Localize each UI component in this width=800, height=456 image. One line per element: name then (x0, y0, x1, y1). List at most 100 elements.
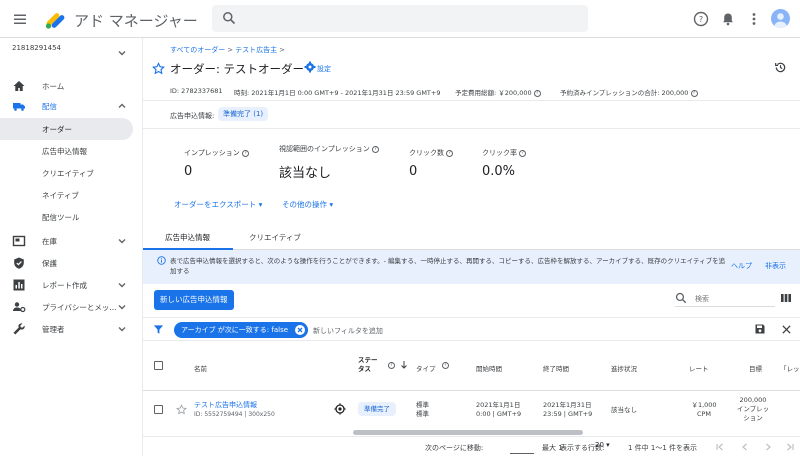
stat-value: 0 (409, 164, 418, 179)
help-icon[interactable]: ? (372, 145, 380, 153)
sidebar-item-label: 配信 (42, 102, 57, 111)
order-id: ID: 2782337681 (170, 87, 223, 95)
report-icon (12, 278, 26, 292)
other-actions-label: その他の操作 (282, 200, 327, 209)
goto-page-input[interactable] (510, 440, 534, 454)
next-page-icon[interactable] (763, 442, 773, 452)
row-star-icon[interactable] (176, 404, 187, 415)
sidebar-item-admin[interactable]: 管理者 (0, 319, 142, 339)
table-search-input[interactable] (695, 293, 773, 305)
stat-clicks: クリック数 ? 0 (409, 148, 454, 179)
sidebar-item-label: 管理者 (42, 325, 65, 334)
order-budget: 予定費用総額: ￥200,000 ? (455, 87, 541, 97)
cell-goal-unit: インプレッ (736, 405, 770, 413)
tab-creatives[interactable]: クリエイティブ (249, 232, 301, 243)
sidebar-subitem-orders[interactable]: オーダー (0, 118, 133, 140)
main-content: すべてのオーダー > テスト広告主 > オーダー: テストオーダー 設定 ID: 27… (142, 38, 800, 456)
search-icon (222, 11, 236, 25)
columns-icon[interactable] (780, 292, 792, 304)
column-header-end[interactable]: 終了時間 (543, 363, 569, 373)
breadcrumb-advertiser[interactable]: テスト広告主 (235, 46, 277, 54)
help-icon[interactable]: ? (690, 89, 698, 97)
more-vert-icon[interactable] (745, 10, 763, 28)
horizontal-scrollbar[interactable] (353, 430, 583, 435)
cell-goal-value: 200,000 (739, 396, 767, 404)
chevron-down-icon (117, 236, 127, 246)
sort-arrow-icon[interactable] (400, 360, 408, 369)
filter-icon[interactable] (153, 324, 164, 335)
column-header-name[interactable]: 名前 (194, 363, 207, 373)
column-header-goal[interactable]: 目標 (749, 363, 762, 373)
table-search[interactable] (675, 291, 775, 307)
sidebar-item-home[interactable]: ホーム (0, 76, 142, 96)
archive-filter-chip[interactable]: アーカイブ が次に一致する: false (174, 322, 309, 338)
ad-manager-logo-icon (42, 7, 66, 31)
stat-label: クリック率 ? (482, 148, 527, 158)
first-page-icon[interactable] (715, 442, 725, 452)
sidebar-item-inventory[interactable]: 在庫 (0, 231, 142, 251)
sidebar-item-privacy[interactable]: プライバシーとメッ... (0, 297, 142, 317)
select-all-checkbox[interactable] (154, 361, 163, 370)
divider (143, 128, 800, 129)
last-page-icon[interactable] (785, 442, 795, 452)
chevron-down-icon (117, 280, 127, 290)
rows-per-page-select[interactable]: 20 ▾ (595, 441, 610, 449)
cell-type-line: 標準 (416, 410, 429, 418)
sidebar-item-label: 保護 (42, 259, 57, 268)
order-reserved-text: 予約済みインプレッションの合計: 200,000 (560, 89, 689, 97)
favorite-star-icon[interactable] (152, 62, 165, 75)
add-filter-link[interactable]: 新しいフィルタを追加 (313, 326, 383, 336)
column-header-type[interactable]: タイプ (416, 363, 436, 373)
chevron-down-icon[interactable] (117, 48, 127, 58)
sidebar-subitem-line-items[interactable]: 広告申込情報 (0, 140, 133, 162)
global-search-input[interactable] (242, 9, 572, 28)
column-header-start[interactable]: 開始時間 (476, 363, 502, 373)
help-icon[interactable]: ? (692, 10, 710, 28)
sidebar-subitem-native[interactable]: ネイティブ (0, 184, 133, 206)
other-actions-button[interactable]: その他の操作 ▾ (282, 199, 333, 210)
help-icon[interactable]: ? (442, 361, 449, 369)
network-id[interactable]: 21818291454 (12, 44, 61, 52)
sidebar-item-protection[interactable]: 保護 (0, 253, 142, 273)
notifications-bell-icon[interactable] (719, 10, 737, 28)
chevron-down-icon (117, 302, 127, 312)
close-icon[interactable] (781, 324, 792, 335)
new-line-item-button[interactable]: 新しい広告申込情報 (154, 290, 234, 310)
export-order-label: オーダーをエクスポート (174, 200, 257, 209)
sidebar-subitem-creatives[interactable]: クリエイティブ (0, 162, 133, 184)
column-header-progress[interactable]: 進捗状況 (611, 363, 637, 373)
history-icon[interactable] (774, 61, 787, 74)
tab-line-items[interactable]: 広告申込情報 (165, 232, 210, 243)
column-header-rate[interactable]: レート (689, 363, 709, 373)
prev-page-icon[interactable] (740, 442, 750, 452)
sidebar-item-reports[interactable]: レポート作成 (0, 275, 142, 295)
account-avatar[interactable] (771, 9, 790, 28)
help-icon[interactable]: ? (446, 149, 454, 157)
column-header-extra[interactable]: 「レッ (780, 363, 800, 373)
save-icon[interactable] (754, 323, 766, 335)
help-icon[interactable]: ? (533, 89, 541, 97)
export-order-button[interactable]: オーダーをエクスポート ▾ (174, 199, 262, 210)
column-header-status[interactable]: ステータス (358, 356, 378, 374)
row-checkbox[interactable] (154, 405, 163, 414)
cell-start-time: 0:00 | GMT+9 (476, 410, 522, 418)
settings-label: 設定 (317, 65, 331, 73)
status-badge: 準備完了 (358, 402, 396, 416)
remove-filter-icon[interactable] (295, 325, 306, 335)
help-icon[interactable]: ? (519, 149, 527, 157)
cell-rate-amount: ￥1,000 (691, 401, 717, 409)
line-item-status-chip[interactable]: 準備完了 (1) (218, 107, 269, 121)
sidebar-item-label: 在庫 (42, 237, 57, 246)
help-icon[interactable]: ? (242, 149, 250, 157)
hide-banner-link[interactable]: 非表示 (765, 261, 786, 271)
target-icon[interactable] (334, 403, 346, 415)
help-icon[interactable]: ? (388, 361, 395, 369)
sidebar-subitem-delivery-tools[interactable]: 配信ツール (0, 206, 133, 228)
global-search-bar[interactable] (212, 5, 588, 32)
help-link[interactable]: ヘルプ (731, 261, 752, 271)
wrench-icon (12, 322, 26, 336)
breadcrumb-all-orders[interactable]: すべてのオーダー (170, 46, 225, 54)
menu-icon[interactable] (12, 11, 28, 27)
sidebar-item-delivery[interactable]: 配信 (0, 96, 142, 116)
line-item-name-link[interactable]: テスト広告申込情報 (194, 400, 257, 410)
